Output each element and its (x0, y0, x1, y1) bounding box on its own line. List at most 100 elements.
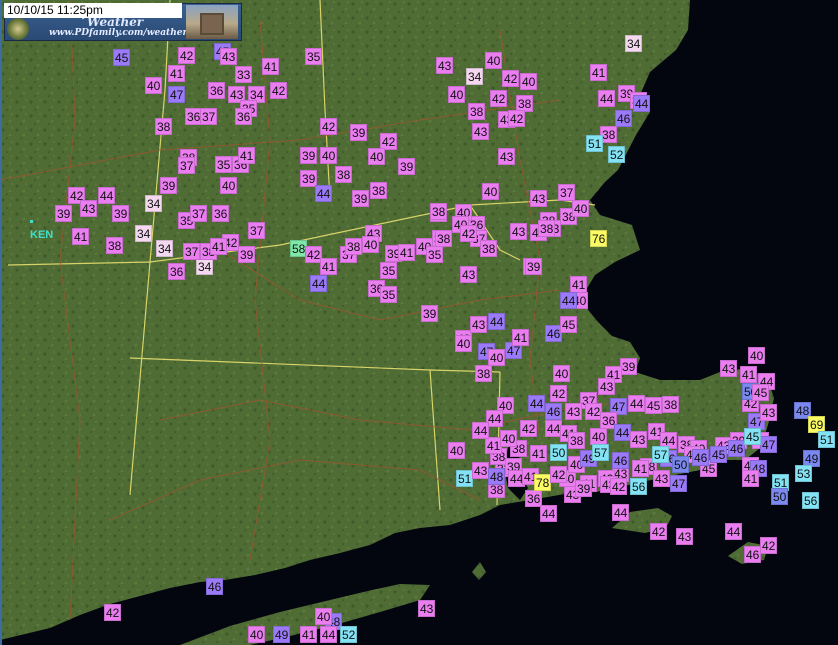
station-temperature-marker: 46 (612, 452, 630, 469)
station-temperature-marker: 39 (421, 305, 439, 322)
station-temperature-marker: 39 (525, 258, 543, 275)
logo-url: www.PDfamily.com/weather (49, 28, 188, 38)
station-temperature-marker: 46 (545, 403, 563, 420)
station-temperature-marker: 41 (300, 626, 318, 643)
station-temperature-marker: 42 (520, 420, 538, 437)
station-temperature-marker: 43 (472, 462, 490, 479)
station-temperature-marker: 35 (305, 48, 323, 65)
building-photo (186, 5, 238, 39)
station-temperature-marker: 34 (135, 225, 153, 242)
station-temperature-marker: 47 (670, 475, 688, 492)
station-temperature-marker: 35 (380, 262, 398, 279)
station-temperature-marker: 38 (430, 203, 448, 220)
station-temperature-marker: 47 (168, 86, 186, 103)
station-temperature-marker: 34 (466, 68, 484, 85)
station-temperature-marker: 39 (300, 147, 318, 164)
station-temperature-marker: 42 (460, 225, 478, 242)
station-temperature-marker: 41 (570, 276, 588, 293)
station-temperature-marker: 43 (653, 470, 671, 487)
seal-icon (7, 18, 29, 40)
station-temperature-marker: 35 (215, 156, 233, 173)
station-temperature-marker: 42 (550, 466, 568, 483)
station-temperature-marker: 50 (771, 488, 789, 505)
station-temperature-marker: 37 (190, 205, 208, 222)
place-marker-icon (30, 220, 33, 223)
station-temperature-marker: 41 (168, 65, 186, 82)
station-temperature-marker: 45 (744, 428, 762, 445)
station-temperature-marker: 38 (345, 238, 363, 255)
station-temperature-marker: 38 (475, 365, 493, 382)
station-temperature-marker: 44 (488, 313, 506, 330)
station-temperature-marker: 76 (590, 230, 608, 247)
station-temperature-marker: 52 (608, 146, 626, 163)
station-temperature-marker: 42 (550, 385, 568, 402)
station-temperature-marker: 50 (550, 444, 568, 461)
station-temperature-marker: 78 (534, 474, 552, 491)
station-temperature-marker: 40 (485, 52, 503, 69)
station-temperature-marker: 40 (455, 335, 473, 352)
station-temperature-marker: 40 (488, 349, 506, 366)
station-temperature-marker: 41 (72, 228, 90, 245)
station-temperature-marker: 39 (112, 205, 130, 222)
station-temperature-marker: 39 (350, 124, 368, 141)
station-temperature-marker: 36 (212, 205, 230, 222)
station-temperature-marker: 44 (598, 90, 616, 107)
station-temperature-marker: 51 (818, 431, 836, 448)
station-temperature-marker: 46 (728, 440, 746, 457)
station-temperature-marker: 39 (398, 158, 416, 175)
station-temperature-marker: 34 (145, 195, 163, 212)
station-temperature-marker: 42 (508, 110, 526, 127)
station-temperature-marker: 43 (510, 223, 528, 240)
station-temperature-marker: 44 (612, 504, 630, 521)
station-temperature-marker: 41 (740, 366, 758, 383)
station-temperature-marker: 40 (482, 183, 500, 200)
station-temperature-marker: 51 (586, 135, 604, 152)
station-temperature-marker: 56 (802, 492, 820, 509)
station-temperature-marker: 40 (248, 626, 266, 643)
station-temperature-marker: 33 (235, 66, 253, 83)
station-temperature-marker: 43 (418, 600, 436, 617)
station-temperature-marker: 42 (610, 478, 628, 495)
station-temperature-marker: 40 (220, 177, 238, 194)
station-temperature-marker: 41 (590, 64, 608, 81)
station-temperature-marker: 48 (488, 468, 506, 485)
station-temperature-marker: 57 (652, 446, 670, 463)
station-temperature-marker: 56 (630, 478, 648, 495)
station-temperature-marker: 43 (220, 48, 238, 65)
station-temperature-marker: 41 (210, 238, 228, 255)
station-temperature-marker: 42 (760, 537, 778, 554)
station-temperature-marker: 44 (628, 395, 646, 412)
station-temperature-marker: 43 (720, 360, 738, 377)
station-temperature-marker: 40 (590, 428, 608, 445)
station-temperature-marker: 39 (238, 246, 256, 263)
station-temperature-marker: 37 (200, 108, 218, 125)
station-temperature-marker: 44 (98, 187, 116, 204)
station-temperature-marker: 42 (270, 82, 288, 99)
station-temperature-marker: 43 (630, 431, 648, 448)
station-temperature-marker: 41 (320, 258, 338, 275)
station-temperature-marker: 43 (530, 190, 548, 207)
station-temperature-marker: 40 (320, 147, 338, 164)
station-temperature-marker: 38 (155, 118, 173, 135)
station-temperature-marker: 44 (320, 626, 338, 643)
station-temperature-marker: 45 (645, 397, 663, 414)
station-temperature-marker: 36 (235, 108, 253, 125)
station-temperature-marker: 45 (752, 384, 770, 401)
station-temperature-marker: 44 (540, 505, 558, 522)
station-temperature-marker: 43 (436, 57, 454, 74)
station-temperature-marker: 35 (380, 286, 398, 303)
station-temperature-marker: 39 (352, 190, 370, 207)
station-temperature-marker: 52 (340, 626, 358, 643)
station-temperature-marker: 43 (598, 378, 616, 395)
station-temperature-marker: 38 (335, 166, 353, 183)
station-temperature-marker: 34 (156, 240, 174, 257)
station-temperature-marker: 38 (662, 396, 680, 413)
station-temperature-marker: 39 (55, 205, 73, 222)
station-temperature-marker: 40 (362, 236, 380, 253)
station-temperature-marker: 47 (760, 436, 778, 453)
station-temperature-marker: 40 (520, 73, 538, 90)
station-temperature-marker: 42 (320, 118, 338, 135)
station-temperature-marker: 45 (710, 446, 728, 463)
station-temperature-marker: 42 (650, 523, 668, 540)
station-temperature-marker: 43 (498, 148, 516, 165)
